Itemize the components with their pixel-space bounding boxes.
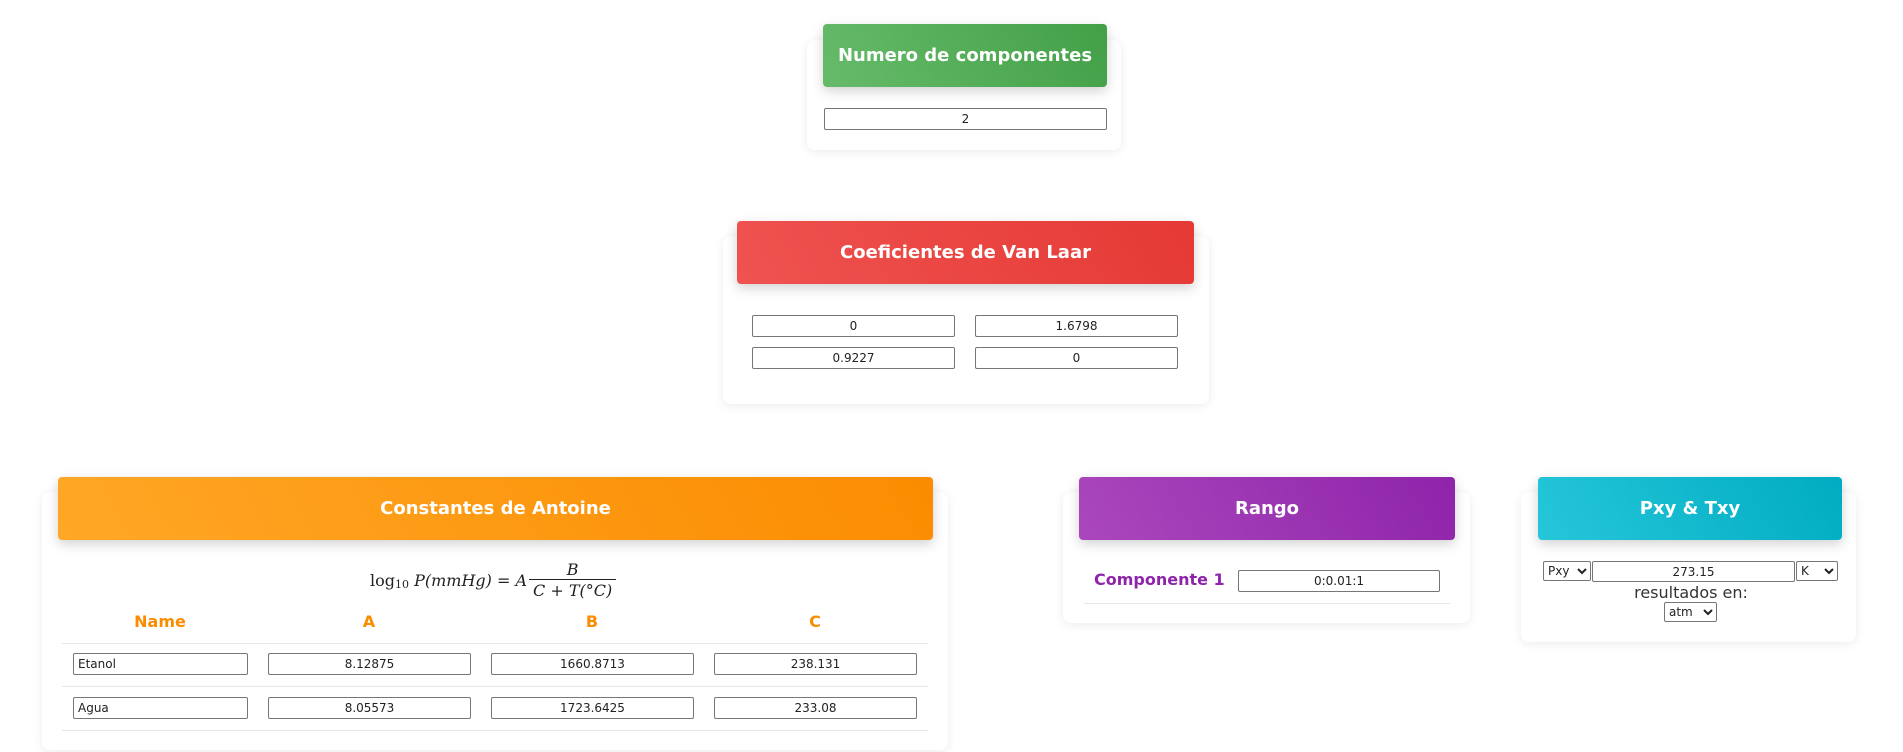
pxy-results-label: resultados en:: [1634, 583, 1748, 602]
antoine-row2-name[interactable]: [73, 697, 248, 719]
formula-numerator: B: [566, 560, 579, 579]
antoine-header-c: C: [809, 612, 821, 631]
antoine-row2-c[interactable]: [714, 697, 917, 719]
antoine-header-name: Name: [134, 612, 186, 631]
rango-component-label: Componente 1: [1094, 570, 1225, 589]
antoine-rule-bottom: [62, 730, 928, 731]
componentes-header: Numero de componentes: [823, 24, 1107, 87]
rango-input[interactable]: [1238, 570, 1440, 592]
formula-log-base: 10: [395, 577, 409, 591]
van-laar-header: Coeficientes de Van Laar: [737, 221, 1194, 284]
antoine-header-b: B: [585, 612, 599, 631]
van-laar-input-1-1[interactable]: [975, 347, 1178, 369]
pxy-unit-select[interactable]: K: [1796, 561, 1838, 581]
formula-log: log: [370, 570, 395, 590]
antoine-formula: log 10 P(mmHg) = A B C + T(°C): [370, 555, 617, 605]
van-laar-input-0-1[interactable]: [975, 315, 1178, 337]
pxy-header: Pxy & Txy: [1538, 477, 1842, 540]
van-laar-input-0-0[interactable]: [752, 315, 955, 337]
rango-rule: [1084, 603, 1450, 604]
antoine-row1-name[interactable]: [73, 653, 248, 675]
pxy-title: Pxy & Txy: [1639, 498, 1741, 519]
rango-header: Rango: [1079, 477, 1455, 540]
pxy-value-input[interactable]: [1592, 561, 1795, 582]
antoine-rule-top: [62, 643, 928, 644]
formula-fraction: B C + T(°C): [529, 560, 617, 600]
antoine-row2-a[interactable]: [268, 697, 471, 719]
antoine-row2-b[interactable]: [491, 697, 694, 719]
antoine-row1-c[interactable]: [714, 653, 917, 675]
componentes-title: Numero de componentes: [837, 45, 1093, 66]
van-laar-input-1-0[interactable]: [752, 347, 955, 369]
pxy-result-unit-select[interactable]: atm: [1664, 602, 1717, 622]
componentes-input[interactable]: [824, 108, 1107, 130]
antoine-header-a: A: [362, 612, 376, 631]
antoine-row1-b[interactable]: [491, 653, 694, 675]
van-laar-title: Coeficientes de Van Laar: [840, 242, 1091, 263]
formula-denominator: C + T(°C): [529, 579, 617, 600]
antoine-rule-mid: [62, 686, 928, 687]
formula-lhs: P(mmHg) = A: [409, 570, 528, 590]
rango-title: Rango: [1234, 498, 1300, 519]
antoine-title: Constantes de Antoine: [380, 498, 611, 519]
antoine-row1-a[interactable]: [268, 653, 471, 675]
antoine-header: Constantes de Antoine: [58, 477, 933, 540]
pxy-mode-select[interactable]: Pxy: [1543, 561, 1591, 581]
